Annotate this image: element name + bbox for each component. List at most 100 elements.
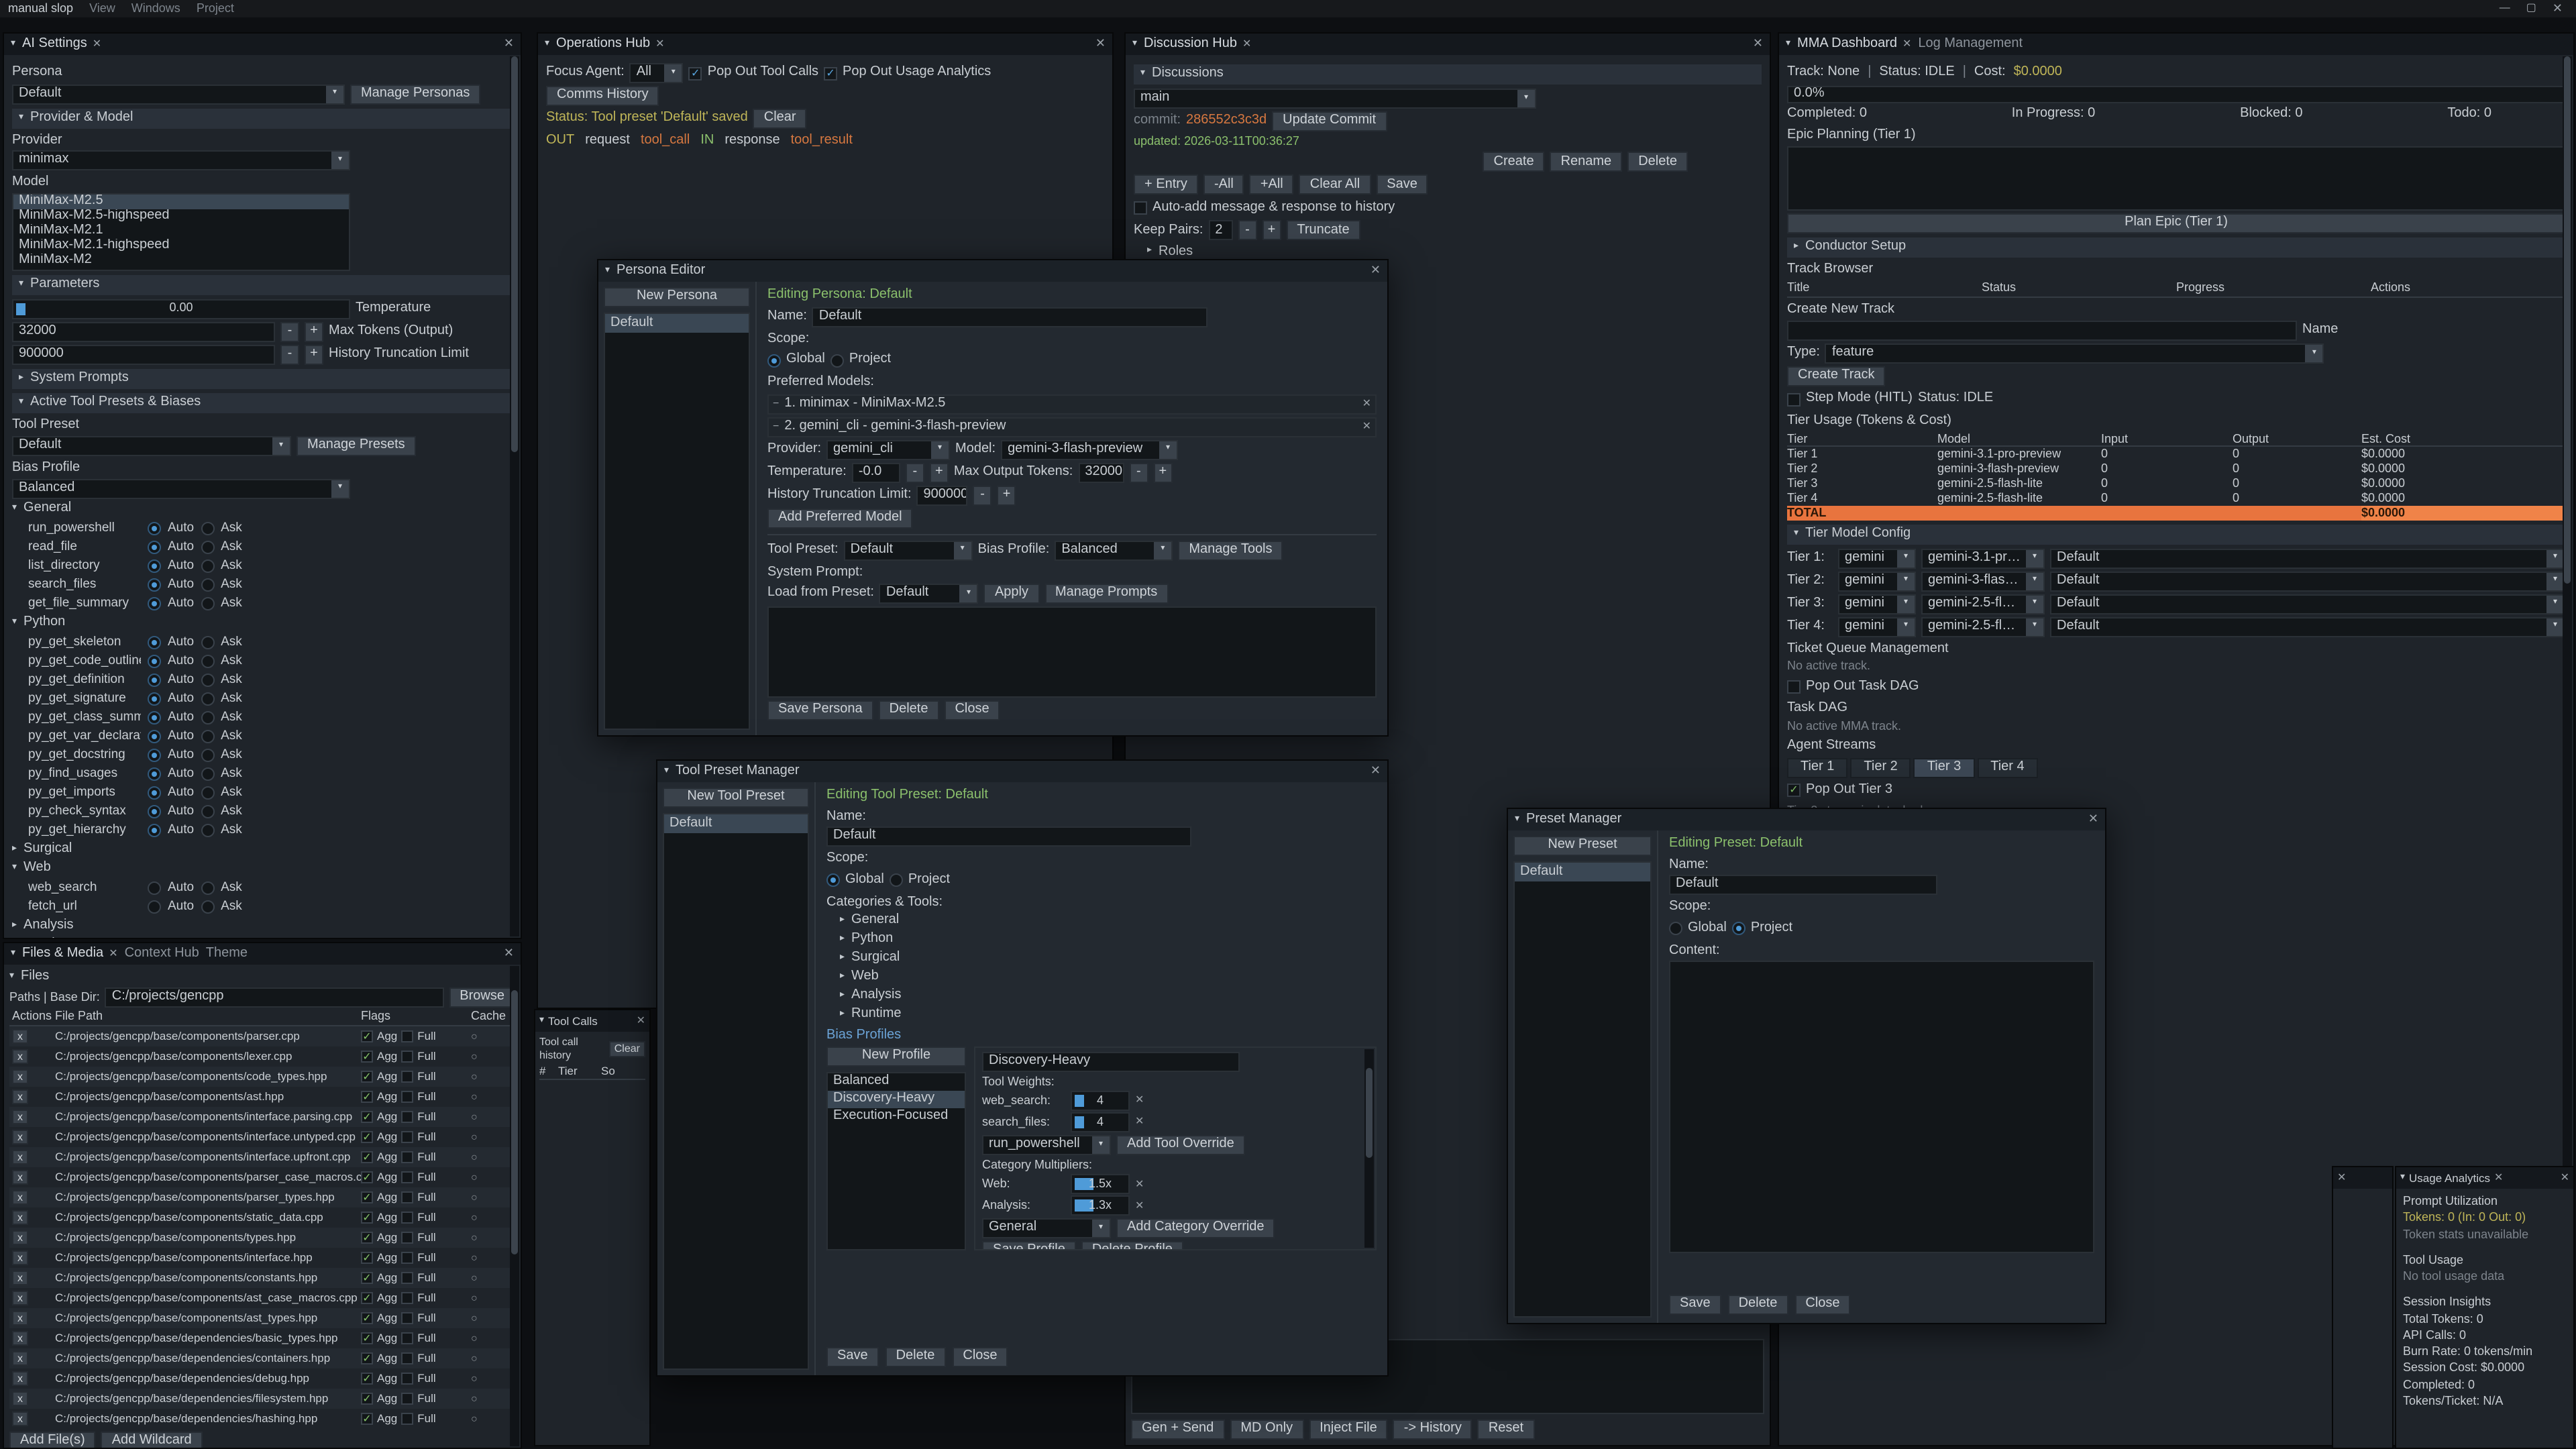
tab-files-media[interactable]: Files & Media: [22, 946, 118, 963]
collapse-icon[interactable]: [539, 1015, 544, 1027]
category-tree-node[interactable]: Surgical: [840, 950, 1377, 967]
collapse-icon[interactable]: [11, 38, 15, 50]
multiplier-slider[interactable]: 1.5x: [1071, 1174, 1130, 1194]
scope-global-radio[interactable]: [1669, 922, 1682, 935]
history-toolbar-button[interactable]: Clear All: [1299, 175, 1371, 195]
agg-checkbox[interactable]: [361, 1171, 373, 1183]
composer-action-button[interactable]: Inject File: [1309, 1419, 1388, 1440]
composer-action-button[interactable]: Reset: [1478, 1419, 1534, 1440]
auto-radio[interactable]: [148, 654, 161, 667]
auto-radio[interactable]: [148, 521, 161, 535]
agg-checkbox[interactable]: [361, 1252, 373, 1264]
bias-profile-list-item[interactable]: Execution-Focused: [828, 1108, 965, 1125]
category-tree-node[interactable]: Runtime: [840, 1006, 1377, 1024]
delete-discussion-button[interactable]: Delete: [1627, 152, 1688, 172]
temperature-input[interactable]: -0.0: [852, 462, 900, 482]
full-checkbox[interactable]: [401, 1332, 413, 1344]
increment-button[interactable]: [305, 321, 323, 341]
tier-model-config-header[interactable]: Tier Model Config: [1787, 524, 2565, 544]
auto-radio[interactable]: [148, 786, 161, 799]
close-icon[interactable]: [504, 37, 514, 52]
add-files-button[interactable]: Add File(s): [9, 1432, 96, 1448]
delete-persona-button[interactable]: Delete: [879, 700, 939, 720]
tree-node-surgical[interactable]: Surgical: [12, 841, 513, 858]
auto-radio[interactable]: [148, 559, 161, 572]
collapse-icon[interactable]: [2400, 1172, 2405, 1184]
category-tree-node[interactable]: General: [840, 912, 1377, 930]
apply-button[interactable]: Apply: [984, 584, 1039, 604]
ask-radio[interactable]: [201, 729, 214, 743]
auto-radio[interactable]: [148, 748, 161, 761]
epic-planning-input[interactable]: [1787, 146, 2565, 211]
roles-tree-node[interactable]: Roles: [1147, 244, 1762, 261]
scrollbar[interactable]: [1364, 1049, 1374, 1247]
remove-file-button[interactable]: [12, 1190, 28, 1205]
agg-checkbox[interactable]: [361, 1212, 373, 1224]
scope-project-radio[interactable]: [890, 873, 903, 887]
decrement-button[interactable]: [1238, 221, 1256, 241]
close-button[interactable]: Close: [1794, 1295, 1850, 1315]
full-checkbox[interactable]: [401, 1393, 413, 1405]
ask-radio[interactable]: [201, 692, 214, 705]
step-mode-checkbox[interactable]: [1787, 392, 1801, 406]
browse-button[interactable]: Browse: [449, 987, 515, 1008]
minimize-icon[interactable]: [2500, 1, 2510, 17]
model-option[interactable]: MiniMax-M2.1: [13, 223, 349, 238]
load-preset-select[interactable]: Default: [879, 584, 979, 604]
agg-checkbox[interactable]: [361, 1332, 373, 1344]
agg-checkbox[interactable]: [361, 1352, 373, 1364]
bias-profile-select[interactable]: Balanced: [12, 478, 350, 498]
pop-out-tool-calls-checkbox[interactable]: [689, 66, 702, 80]
clear-status-button[interactable]: Clear: [753, 109, 807, 129]
tab-close-icon[interactable]: [109, 947, 117, 961]
tab-theme[interactable]: Theme: [206, 946, 248, 963]
agg-checkbox[interactable]: [361, 1131, 373, 1143]
category-tree-node[interactable]: Analysis: [840, 987, 1377, 1005]
auto-radio[interactable]: [148, 804, 161, 818]
tier-preset-select[interactable]: Default: [2050, 548, 2565, 568]
profile-name-input[interactable]: Discovery-Heavy: [982, 1051, 1240, 1071]
auto-radio[interactable]: [148, 673, 161, 686]
history-toolbar-button[interactable]: -All: [1203, 175, 1244, 195]
remove-file-button[interactable]: [12, 1089, 28, 1104]
close-icon[interactable]: [637, 1014, 645, 1028]
tier-model-select[interactable]: gemini-3.1-pro-preview: [1921, 548, 2045, 568]
ask-radio[interactable]: [201, 710, 214, 724]
decrement-button[interactable]: [906, 462, 924, 482]
create-track-button[interactable]: Create Track: [1787, 366, 1886, 386]
model-option[interactable]: MiniMax-M2.1-highspeed: [13, 238, 349, 253]
history-limit-input[interactable]: 900000: [12, 344, 275, 364]
increment-button[interactable]: [930, 462, 949, 482]
ask-radio[interactable]: [201, 596, 214, 610]
tier-preset-select[interactable]: Default: [2050, 594, 2565, 614]
reorder-handle-icon[interactable]: [773, 397, 779, 411]
remove-file-button[interactable]: [12, 1271, 28, 1285]
preset-content-input[interactable]: [1669, 961, 2094, 1253]
agg-checkbox[interactable]: [361, 1373, 373, 1385]
agg-checkbox[interactable]: [361, 1232, 373, 1244]
scope-global-radio[interactable]: [767, 354, 781, 367]
full-checkbox[interactable]: [401, 1030, 413, 1042]
composer-action-button[interactable]: -> History: [1393, 1419, 1472, 1440]
maximize-icon[interactable]: [2526, 1, 2536, 17]
full-checkbox[interactable]: [401, 1091, 413, 1103]
model-option[interactable]: MiniMax-M2.5-highspeed: [13, 209, 349, 223]
remove-file-button[interactable]: [12, 1331, 28, 1346]
ask-radio[interactable]: [201, 881, 214, 894]
agg-checkbox[interactable]: [361, 1312, 373, 1324]
add-wildcard-button[interactable]: Add Wildcard: [101, 1432, 203, 1448]
auto-radio[interactable]: [148, 596, 161, 610]
comms-history-button[interactable]: Comms History: [546, 86, 659, 106]
remove-model-button[interactable]: [1362, 397, 1371, 411]
stream-tab[interactable]: Tier 2: [1850, 757, 1911, 777]
scope-project-radio[interactable]: [1732, 922, 1746, 935]
collapse-icon[interactable]: [1132, 38, 1137, 50]
discussion-select[interactable]: main: [1134, 89, 1536, 109]
system-prompts-header[interactable]: System Prompts: [12, 368, 513, 388]
pop-out-tier3-checkbox[interactable]: [1787, 784, 1801, 797]
preferred-model-row[interactable]: 1. minimax - MiniMax-M2.5: [767, 394, 1377, 414]
auto-radio[interactable]: [148, 540, 161, 553]
agg-checkbox[interactable]: [361, 1111, 373, 1123]
remove-file-button[interactable]: [12, 1150, 28, 1165]
bias-profile-list-item[interactable]: Balanced: [828, 1073, 965, 1090]
